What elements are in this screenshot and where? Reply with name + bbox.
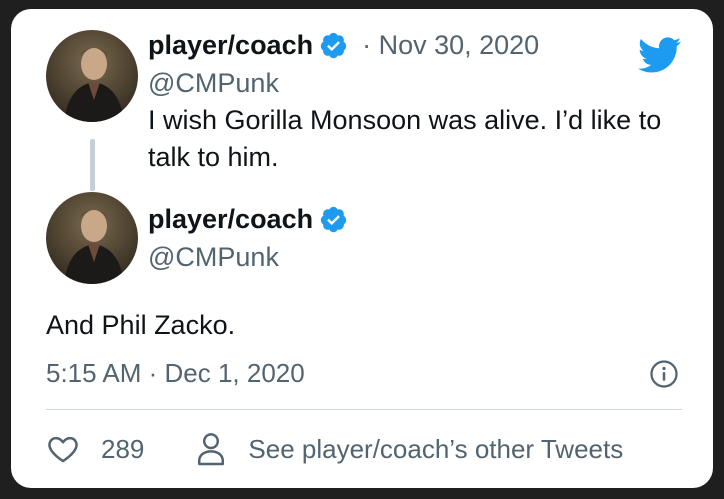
heart-icon[interactable] <box>46 432 80 466</box>
tweet-text: And Phil Zacko. <box>46 310 236 340</box>
tweet-2-header: player/coach <box>148 204 348 235</box>
tweet-text: I wish Gorilla Monsoon was alive. I’d li… <box>148 105 662 172</box>
display-name[interactable]: player/coach <box>148 30 313 61</box>
user-handle[interactable]: @CMPunk <box>148 242 279 273</box>
info-icon[interactable] <box>649 359 679 389</box>
tweet-date[interactable]: · Nov 30, 2020 <box>362 30 539 61</box>
avatar-photo <box>46 192 138 284</box>
avatar[interactable] <box>46 192 138 284</box>
tweet-timestamp[interactable]: 5:15 AM · Dec 1, 2020 <box>46 358 305 389</box>
avatar-photo <box>46 30 138 122</box>
see-other-tweets-link[interactable]: See player/coach’s other Tweets <box>248 434 623 465</box>
divider <box>46 409 682 410</box>
person-icon[interactable] <box>196 432 226 466</box>
user-handle[interactable]: @CMPunk <box>148 68 279 99</box>
tweet-1-header: player/coach · Nov 30, 2020 <box>148 30 539 61</box>
tweet-embed-card: player/coach · Nov 30, 2020 @CMPunk I wi… <box>11 9 713 488</box>
twitter-bird-icon[interactable] <box>636 36 682 74</box>
verified-badge-icon <box>319 31 348 60</box>
verified-badge-icon <box>319 205 348 234</box>
avatar[interactable] <box>46 30 138 122</box>
thread-connector-line <box>90 139 95 191</box>
display-name[interactable]: player/coach <box>148 204 313 235</box>
like-count[interactable]: 289 <box>101 434 144 465</box>
tweet-actions: 289 See player/coach’s other Tweets <box>46 432 623 466</box>
